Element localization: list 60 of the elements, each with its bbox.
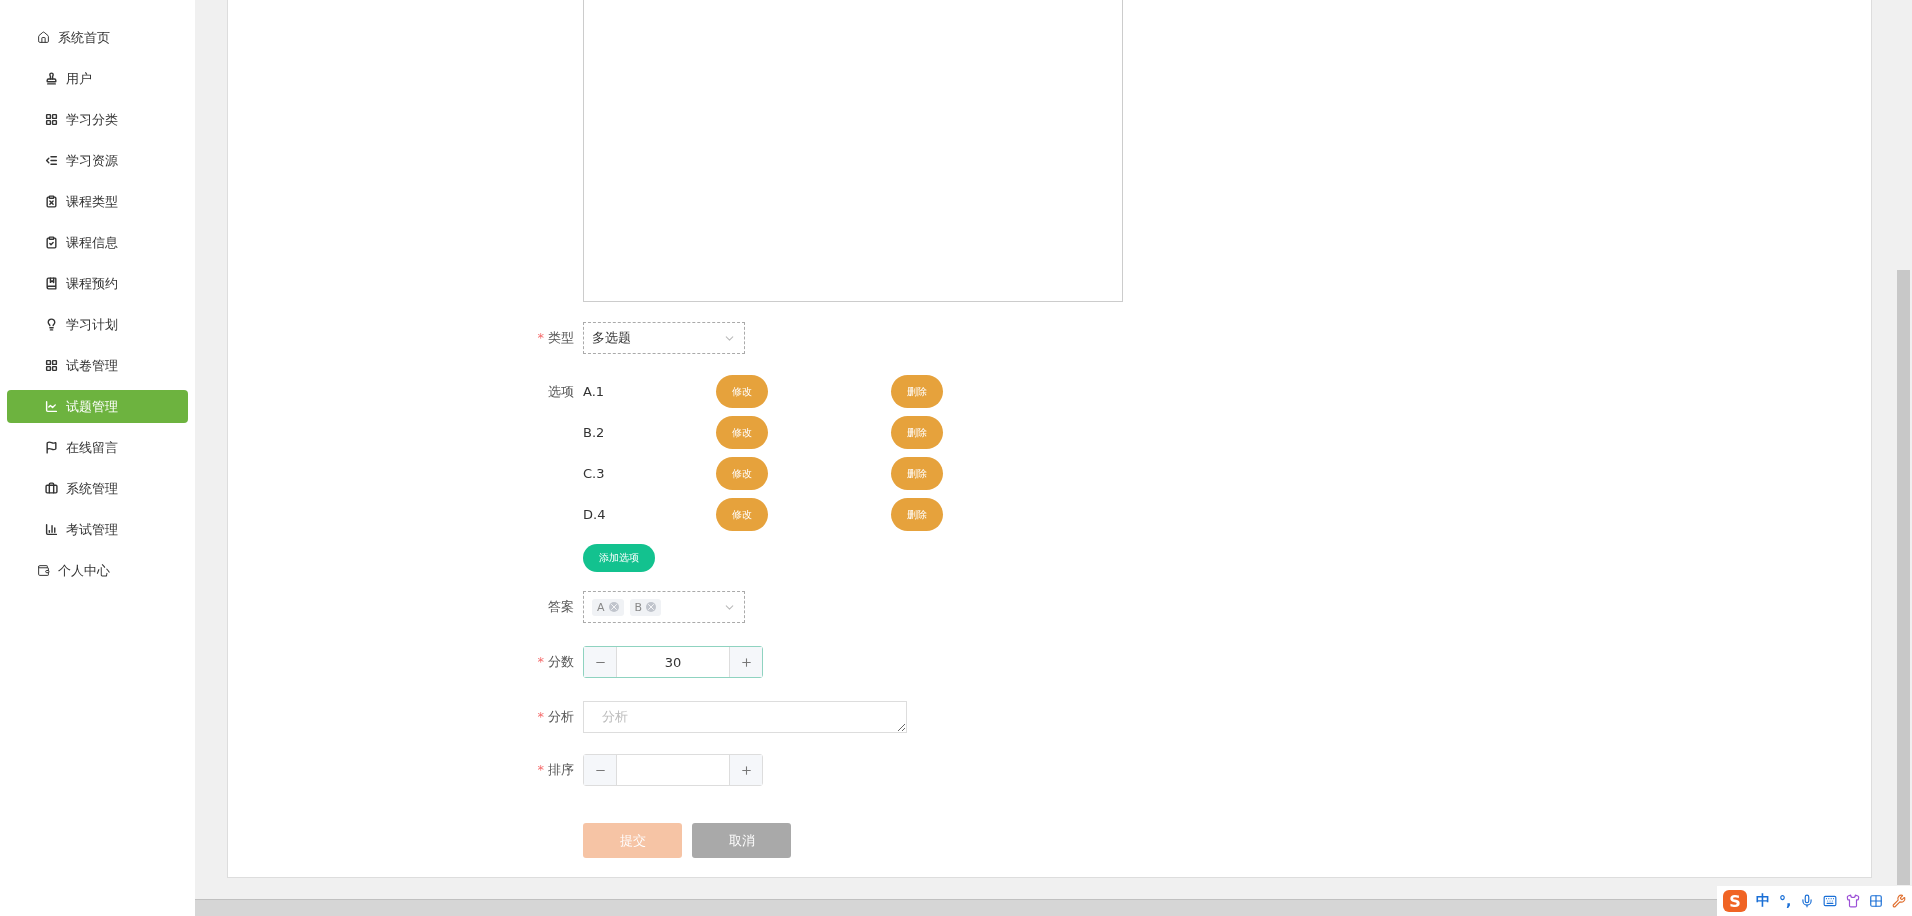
sidebar-item[interactable]: 学习计划 — [7, 308, 188, 341]
field-label: * 类型 — [536, 329, 575, 347]
grid-icon — [45, 359, 58, 372]
minus-icon[interactable] — [584, 755, 616, 785]
book-icon — [45, 277, 58, 290]
field-label: 答案 — [547, 598, 575, 616]
analysis-field[interactable]: 分析 — [583, 701, 907, 733]
sidebar-item[interactable]: 试卷管理 — [7, 349, 188, 382]
option-text: A.1 — [583, 384, 606, 399]
lightbulb-icon — [45, 318, 58, 331]
sort-stepper[interactable] — [583, 754, 763, 786]
sidebar-item[interactable]: 系统管理 — [7, 472, 188, 505]
bar-chart-icon — [45, 523, 58, 536]
score-stepper[interactable]: 30 — [583, 646, 763, 678]
ime-mode[interactable]: °, — [1779, 893, 1792, 909]
wallet-icon — [37, 564, 50, 577]
home-icon — [37, 31, 50, 44]
field-label: * 排序 — [536, 761, 575, 779]
answer-tag: A — [592, 598, 624, 616]
close-icon[interactable] — [608, 602, 619, 612]
field-label: * 分析 — [536, 708, 575, 726]
sidebar-item[interactable]: 考试管理 — [7, 513, 188, 546]
clipboard-x-icon — [45, 195, 58, 208]
stamp-icon — [45, 72, 58, 85]
sidebar-item[interactable]: 试题管理 — [7, 390, 188, 423]
type-select[interactable]: 多选题 — [583, 322, 745, 354]
sidebar-item[interactable]: 在线留言 — [7, 431, 188, 464]
briefcase-icon — [45, 482, 58, 495]
plus-icon[interactable] — [730, 647, 762, 677]
keyboard-icon[interactable] — [1823, 894, 1838, 908]
option-text: C.3 — [583, 466, 606, 481]
sidebar-item[interactable]: 学习分类 — [7, 103, 188, 136]
microphone-icon[interactable] — [1800, 894, 1815, 908]
ime-mode[interactable]: 中 — [1756, 892, 1770, 910]
sidebar-item[interactable]: 个人中心 — [7, 554, 188, 587]
sidebar-item[interactable]: 课程类型 — [7, 185, 188, 218]
option-text: D.4 — [583, 507, 607, 522]
grid-icon — [45, 113, 58, 126]
minus-icon[interactable] — [584, 647, 616, 677]
field-label: * 分数 — [536, 653, 575, 671]
chart-icon — [45, 400, 58, 413]
answer-tag: B — [629, 598, 662, 616]
sidebar-item[interactable]: 课程预约 — [7, 267, 188, 300]
flag-icon — [45, 441, 58, 454]
sidebar-item[interactable]: 课程信息 — [7, 226, 188, 259]
ime-logo[interactable]: S — [1723, 890, 1747, 912]
sidebar-item[interactable]: 学习资源 — [7, 144, 188, 177]
shirt-icon[interactable] — [1846, 894, 1861, 908]
answer-select[interactable]: A B — [583, 591, 745, 623]
sidebar-item[interactable]: 系统首页 — [7, 21, 188, 54]
option-text: B.2 — [583, 425, 606, 440]
grid-icon[interactable] — [1869, 894, 1884, 908]
field-label: 选项 — [547, 382, 575, 401]
editor-area[interactable] — [583, 0, 1123, 302]
plus-icon[interactable] — [730, 755, 762, 785]
wrench-icon[interactable] — [1892, 894, 1907, 908]
list-icon — [45, 154, 58, 167]
close-icon[interactable] — [646, 602, 657, 612]
clipboard-check-icon — [45, 236, 58, 249]
sidebar-item[interactable]: 用户 — [7, 62, 188, 95]
